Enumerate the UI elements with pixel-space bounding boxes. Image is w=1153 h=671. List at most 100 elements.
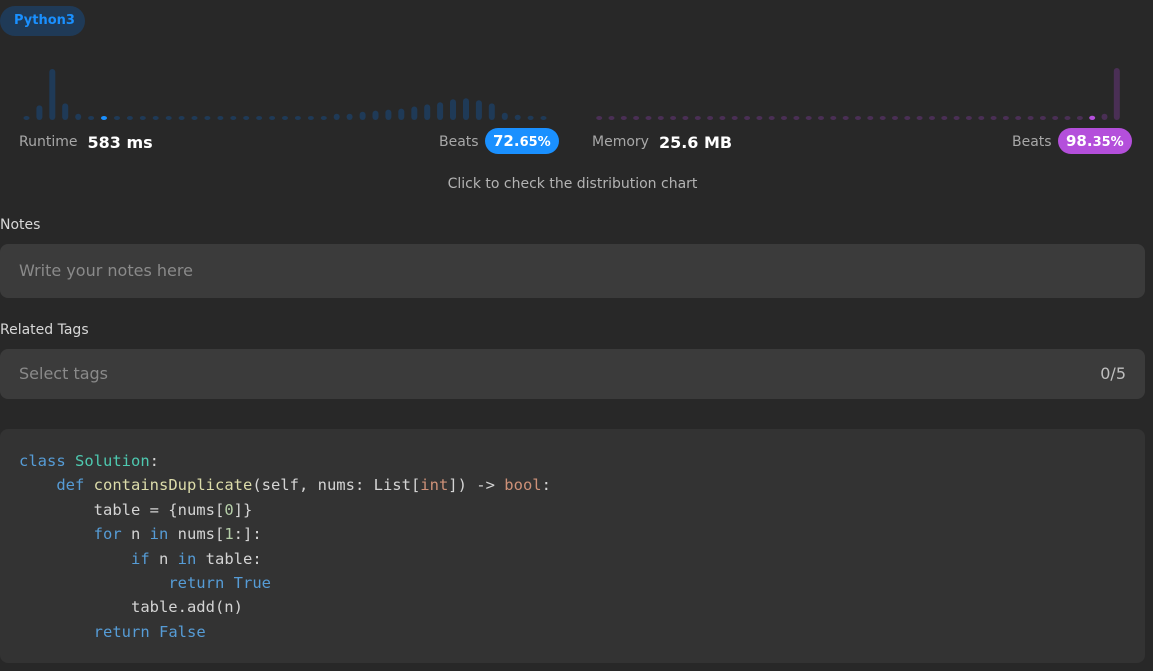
memory-bar[interactable] xyxy=(867,116,874,120)
notes-input[interactable]: Write your notes here xyxy=(0,244,1145,298)
runtime-bar[interactable] xyxy=(372,110,379,120)
memory-bar[interactable] xyxy=(731,116,738,120)
runtime-bar[interactable] xyxy=(463,98,469,120)
memory-bar[interactable] xyxy=(645,116,652,120)
memory-bar[interactable] xyxy=(1015,116,1022,120)
runtime-bar[interactable] xyxy=(424,104,431,120)
memory-bar[interactable] xyxy=(596,116,603,120)
runtime-bar[interactable] xyxy=(307,116,314,120)
runtime-bar[interactable] xyxy=(320,116,327,120)
memory-beats-decimal: 35% xyxy=(1092,135,1124,150)
runtime-bar[interactable] xyxy=(139,116,146,120)
code-editor[interactable]: class Solution: def containsDuplicate(se… xyxy=(0,429,1145,663)
runtime-bar[interactable] xyxy=(75,113,82,120)
memory-bar-highlight[interactable] xyxy=(1089,115,1096,120)
memory-bar[interactable] xyxy=(1101,113,1108,120)
memory-bar[interactable] xyxy=(929,116,935,120)
runtime-bar[interactable] xyxy=(256,116,263,120)
distribution-chart-link[interactable]: Click to check the distribution chart xyxy=(0,176,1145,192)
memory-bar[interactable] xyxy=(1113,68,1120,120)
memory-beats-main: 98. xyxy=(1066,132,1093,150)
memory-bar[interactable] xyxy=(768,116,775,120)
runtime-bar[interactable] xyxy=(514,114,521,120)
runtime-bar[interactable] xyxy=(346,113,353,120)
memory-bar[interactable] xyxy=(744,116,751,120)
runtime-bar[interactable] xyxy=(282,116,288,120)
memory-bar[interactable] xyxy=(1039,116,1046,120)
memory-bar[interactable] xyxy=(707,116,714,120)
runtime-bar[interactable] xyxy=(450,99,456,120)
tags-select[interactable]: Select tags 0/5 xyxy=(0,349,1145,399)
runtime-value: 583 ms xyxy=(87,132,153,152)
runtime-bar-highlight[interactable] xyxy=(101,116,107,120)
memory-bar[interactable] xyxy=(953,116,960,120)
runtime-bar[interactable] xyxy=(359,111,366,120)
runtime-bar[interactable] xyxy=(385,109,392,120)
memory-bar[interactable] xyxy=(1002,116,1009,120)
memory-bar[interactable] xyxy=(941,116,948,120)
memory-bar[interactable] xyxy=(978,116,985,120)
language-badge[interactable]: Python3 xyxy=(0,6,85,36)
runtime-bar[interactable] xyxy=(165,116,172,120)
runtime-bar[interactable] xyxy=(437,102,444,120)
runtime-bar[interactable] xyxy=(126,116,133,120)
memory-bar[interactable] xyxy=(805,116,812,120)
memory-bar[interactable] xyxy=(670,116,677,120)
memory-bar[interactable] xyxy=(781,116,787,120)
tags-count: 0/5 xyxy=(1100,364,1126,383)
runtime-bar[interactable] xyxy=(243,116,250,120)
runtime-bar[interactable] xyxy=(475,100,482,120)
runtime-bar[interactable] xyxy=(88,116,95,120)
memory-bar[interactable] xyxy=(879,116,886,120)
memory-bar[interactable] xyxy=(965,116,972,120)
memory-bar[interactable] xyxy=(719,116,726,120)
memory-bar[interactable] xyxy=(1064,116,1071,120)
runtime-bar[interactable] xyxy=(488,103,495,120)
memory-bar[interactable] xyxy=(620,116,627,120)
runtime-bar[interactable] xyxy=(36,105,43,120)
runtime-bar[interactable] xyxy=(217,116,224,120)
memory-value: 25.6 MB xyxy=(658,132,733,152)
memory-bar[interactable] xyxy=(830,116,837,120)
memory-bar[interactable] xyxy=(682,116,689,120)
memory-bar[interactable] xyxy=(904,116,911,120)
memory-bar[interactable] xyxy=(842,116,849,120)
memory-bar[interactable] xyxy=(657,116,664,120)
runtime-bar[interactable] xyxy=(152,116,159,120)
runtime-bar[interactable] xyxy=(411,106,418,121)
memory-bar[interactable] xyxy=(608,116,615,120)
runtime-bar[interactable] xyxy=(23,116,30,120)
memory-distribution-chart[interactable] xyxy=(593,60,1123,120)
memory-bar[interactable] xyxy=(855,116,861,120)
memory-bar[interactable] xyxy=(633,116,640,120)
runtime-bar[interactable] xyxy=(398,108,405,120)
runtime-bar[interactable] xyxy=(114,116,120,120)
runtime-bar[interactable] xyxy=(62,103,69,120)
memory-bar[interactable] xyxy=(756,116,763,120)
runtime-beats-main: 72. xyxy=(493,132,520,150)
memory-bar[interactable] xyxy=(793,116,800,120)
memory-bar[interactable] xyxy=(1027,116,1034,120)
runtime-bar[interactable] xyxy=(269,116,276,120)
memory-bar[interactable] xyxy=(892,116,898,120)
memory-bar[interactable] xyxy=(1076,116,1083,120)
runtime-bar[interactable] xyxy=(527,115,534,120)
runtime-bar[interactable] xyxy=(540,116,547,120)
runtime-bar[interactable] xyxy=(230,116,237,120)
notes-label: Notes xyxy=(0,217,41,233)
memory-label: Memory xyxy=(592,134,649,150)
memory-bar[interactable] xyxy=(1052,116,1059,120)
memory-bar[interactable] xyxy=(990,116,997,120)
runtime-bar[interactable] xyxy=(178,116,185,120)
runtime-bar[interactable] xyxy=(204,116,211,120)
memory-bar[interactable] xyxy=(694,116,701,120)
runtime-bar[interactable] xyxy=(333,113,340,120)
tags-placeholder: Select tags xyxy=(19,364,109,383)
memory-bar[interactable] xyxy=(916,116,923,120)
memory-bar[interactable] xyxy=(818,116,824,120)
runtime-bar[interactable] xyxy=(294,116,301,120)
runtime-bar[interactable] xyxy=(49,69,56,120)
runtime-bar[interactable] xyxy=(191,116,198,120)
runtime-distribution-chart[interactable] xyxy=(20,60,550,120)
runtime-bar[interactable] xyxy=(501,112,508,120)
